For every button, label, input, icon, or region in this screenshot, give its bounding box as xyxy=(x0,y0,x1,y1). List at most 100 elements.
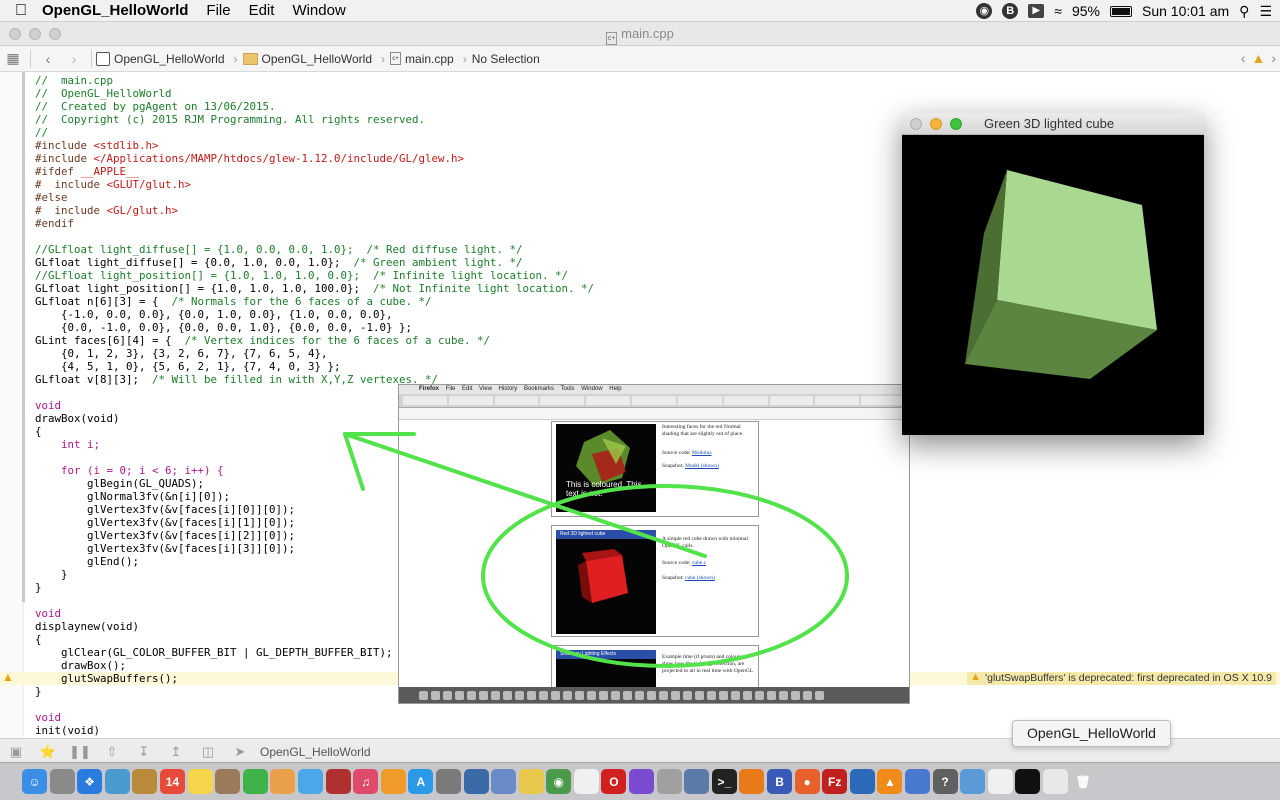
code-line[interactable]: // Created by pgAgent on 13/06/2015. xyxy=(35,100,594,113)
code-line[interactable]: // OpenGL_HelloWorld xyxy=(35,87,594,100)
spotlight-icon[interactable]: ⚲ xyxy=(1239,3,1249,20)
back-arrow-icon[interactable]: ‹ xyxy=(35,51,61,67)
step-in-icon[interactable]: ↧ xyxy=(128,744,160,760)
glut-window[interactable]: Green 3D lighted cube xyxy=(902,113,1204,435)
folder-icon[interactable] xyxy=(1042,769,1068,794)
textwrangler-icon[interactable] xyxy=(491,769,517,794)
code-line[interactable]: #else xyxy=(35,191,594,204)
code-line[interactable]: // xyxy=(35,126,594,139)
itunes-icon[interactable]: ♫ xyxy=(353,769,379,794)
breadcrumb-group[interactable]: OpenGL_HelloWorld xyxy=(242,52,372,66)
safari-icon[interactable]: ❖ xyxy=(77,769,103,794)
code-line[interactable]: GLfloat light_diffuse[] = {0.0, 1.0, 0.0… xyxy=(35,256,594,269)
breadcrumb-file[interactable]: c+ main.cpp xyxy=(390,52,454,66)
code-line[interactable]: #include </Applications/MAMP/htdocs/glew… xyxy=(35,152,594,165)
line-gutter[interactable] xyxy=(0,72,24,738)
imovie-icon[interactable] xyxy=(629,769,655,794)
warning-gutter-icon[interactable]: ▲ xyxy=(2,670,14,684)
step-out-icon[interactable]: ↥ xyxy=(160,744,192,760)
code-line[interactable]: #ifdef __APPLE__ xyxy=(35,165,594,178)
finder-icon[interactable]: ☺ xyxy=(22,769,47,794)
code-line[interactable]: init(void) xyxy=(35,724,594,737)
code-line[interactable]: {-1.0, 0.0, 0.0}, {0.0, 1.0, 0.0}, {1.0,… xyxy=(35,308,594,321)
code-line[interactable]: {0, 1, 2, 3}, {3, 2, 6, 7}, {7, 6, 5, 4}… xyxy=(35,347,594,360)
facetime-icon[interactable] xyxy=(242,769,268,794)
help-icon[interactable]: ? xyxy=(932,769,958,794)
breadcrumb-project[interactable]: OpenGL_HelloWorld xyxy=(96,51,225,66)
preview-icon[interactable] xyxy=(104,769,130,794)
xcode-instruments-icon[interactable] xyxy=(463,769,489,794)
console-icon[interactable] xyxy=(684,769,710,794)
filezilla-icon[interactable]: Fz xyxy=(822,769,848,794)
warning-icon[interactable]: ▲ xyxy=(1251,50,1265,66)
trash-icon[interactable]: 🗑 xyxy=(1070,769,1096,794)
vlc-icon[interactable]: ▲ xyxy=(877,769,903,794)
pause-icon[interactable]: ❚❚ xyxy=(64,744,96,760)
utility-icon[interactable] xyxy=(656,769,682,794)
apple-icon[interactable]:  xyxy=(0,2,42,20)
filemerge-icon[interactable] xyxy=(518,769,544,794)
sysprefs-icon[interactable] xyxy=(435,769,461,794)
forward-arrow-icon[interactable]: › xyxy=(61,51,87,67)
calendar-icon[interactable]: 14 xyxy=(159,769,185,794)
audio-status-icon[interactable]: ▶ xyxy=(1028,4,1045,18)
stickies-icon[interactable] xyxy=(187,769,213,794)
quicktime-icon[interactable] xyxy=(849,769,875,794)
glut-zoom-button[interactable] xyxy=(950,118,962,130)
code-line[interactable]: # include <GL/glut.h> xyxy=(35,204,594,217)
terminal-icon[interactable]: >_ xyxy=(711,769,737,794)
launchpad-icon[interactable] xyxy=(49,769,75,794)
code-line[interactable]: {4, 5, 1, 0}, {5, 6, 2, 1}, {7, 4, 0, 3}… xyxy=(35,360,594,373)
app-menu[interactable]: OpenGL_HelloWorld xyxy=(42,2,188,19)
glut-minimize-button[interactable] xyxy=(930,118,942,130)
code-line[interactable]: # include <GLUT/glut.h> xyxy=(35,178,594,191)
menu-window[interactable]: Window xyxy=(292,2,345,19)
contacts-icon[interactable] xyxy=(215,769,241,794)
hide-debug-area-icon[interactable]: ▣ xyxy=(0,744,32,760)
code-line[interactable]: {0.0, -1.0, 0.0}, {0.0, 0.0, 1.0}, {0.0,… xyxy=(35,321,594,334)
screenshot-icon[interactable] xyxy=(905,769,930,794)
breadcrumb-selection[interactable]: No Selection xyxy=(472,52,540,66)
view-hierarchy-icon[interactable]: ◫ xyxy=(192,744,224,760)
code-line[interactable]: // main.cpp xyxy=(35,74,594,87)
textedit-icon[interactable] xyxy=(987,769,1013,794)
code-line[interactable]: void xyxy=(35,711,594,724)
appstore-icon[interactable]: A xyxy=(408,769,434,794)
menu-file[interactable]: File xyxy=(206,2,230,19)
box-icon[interactable] xyxy=(960,769,986,794)
code-line[interactable] xyxy=(35,230,594,243)
code-line[interactable]: //GLfloat light_diffuse[] = {1.0, 0.0, 0… xyxy=(35,243,594,256)
code-line[interactable]: //GLfloat light_position[] = {1.0, 1.0, … xyxy=(35,269,594,282)
document-icon[interactable] xyxy=(573,769,599,794)
ibooks-icon[interactable] xyxy=(380,769,406,794)
code-line[interactable]: GLfloat n[6][3] = { /* Normals for the 6… xyxy=(35,295,594,308)
battery-icon[interactable] xyxy=(1110,5,1132,17)
next-issue-icon[interactable]: › xyxy=(1271,50,1276,66)
clock[interactable]: Sun 10:01 am xyxy=(1142,3,1229,19)
photobooth-icon[interactable] xyxy=(325,769,351,794)
code-line[interactable]: #include <stdlib.h> xyxy=(35,139,594,152)
breakpoints-icon[interactable]: ⭐ xyxy=(32,744,64,760)
opera-icon[interactable]: O xyxy=(601,769,627,794)
messages-icon[interactable] xyxy=(297,769,323,794)
previous-issue-icon[interactable]: ‹ xyxy=(1241,50,1246,66)
step-over-icon[interactable]: ⇧ xyxy=(96,744,128,760)
related-items-icon[interactable]: ▦ xyxy=(0,50,26,67)
location-icon[interactable]: ➤ xyxy=(224,744,256,760)
glut-title-bar[interactable]: Green 3D lighted cube xyxy=(902,113,1204,135)
code-line[interactable]: #endif xyxy=(35,217,594,230)
glut-close-button[interactable] xyxy=(910,118,922,130)
notification-center-icon[interactable]: ☰ xyxy=(1259,3,1272,20)
menu-edit[interactable]: Edit xyxy=(249,2,275,19)
bbedit-icon[interactable]: B xyxy=(767,769,793,794)
firefox-icon[interactable]: ● xyxy=(794,769,820,794)
notes-icon[interactable] xyxy=(132,769,158,794)
photos-icon[interactable] xyxy=(270,769,296,794)
onion-status-icon[interactable]: ◉ xyxy=(976,3,993,19)
code-line[interactable]: GLfloat light_position[] = {1.0, 1.0, 1.… xyxy=(35,282,594,295)
wifi-icon[interactable]: ≈ xyxy=(1054,3,1062,19)
code-line[interactable]: // Copyright (c) 2015 RJM Programming. A… xyxy=(35,113,594,126)
bbedit-status-icon[interactable]: B xyxy=(1002,3,1019,19)
code-line[interactable]: GLint faces[6][4] = { /* Vertex indices … xyxy=(35,334,594,347)
chrome-icon[interactable]: ◉ xyxy=(546,769,572,794)
